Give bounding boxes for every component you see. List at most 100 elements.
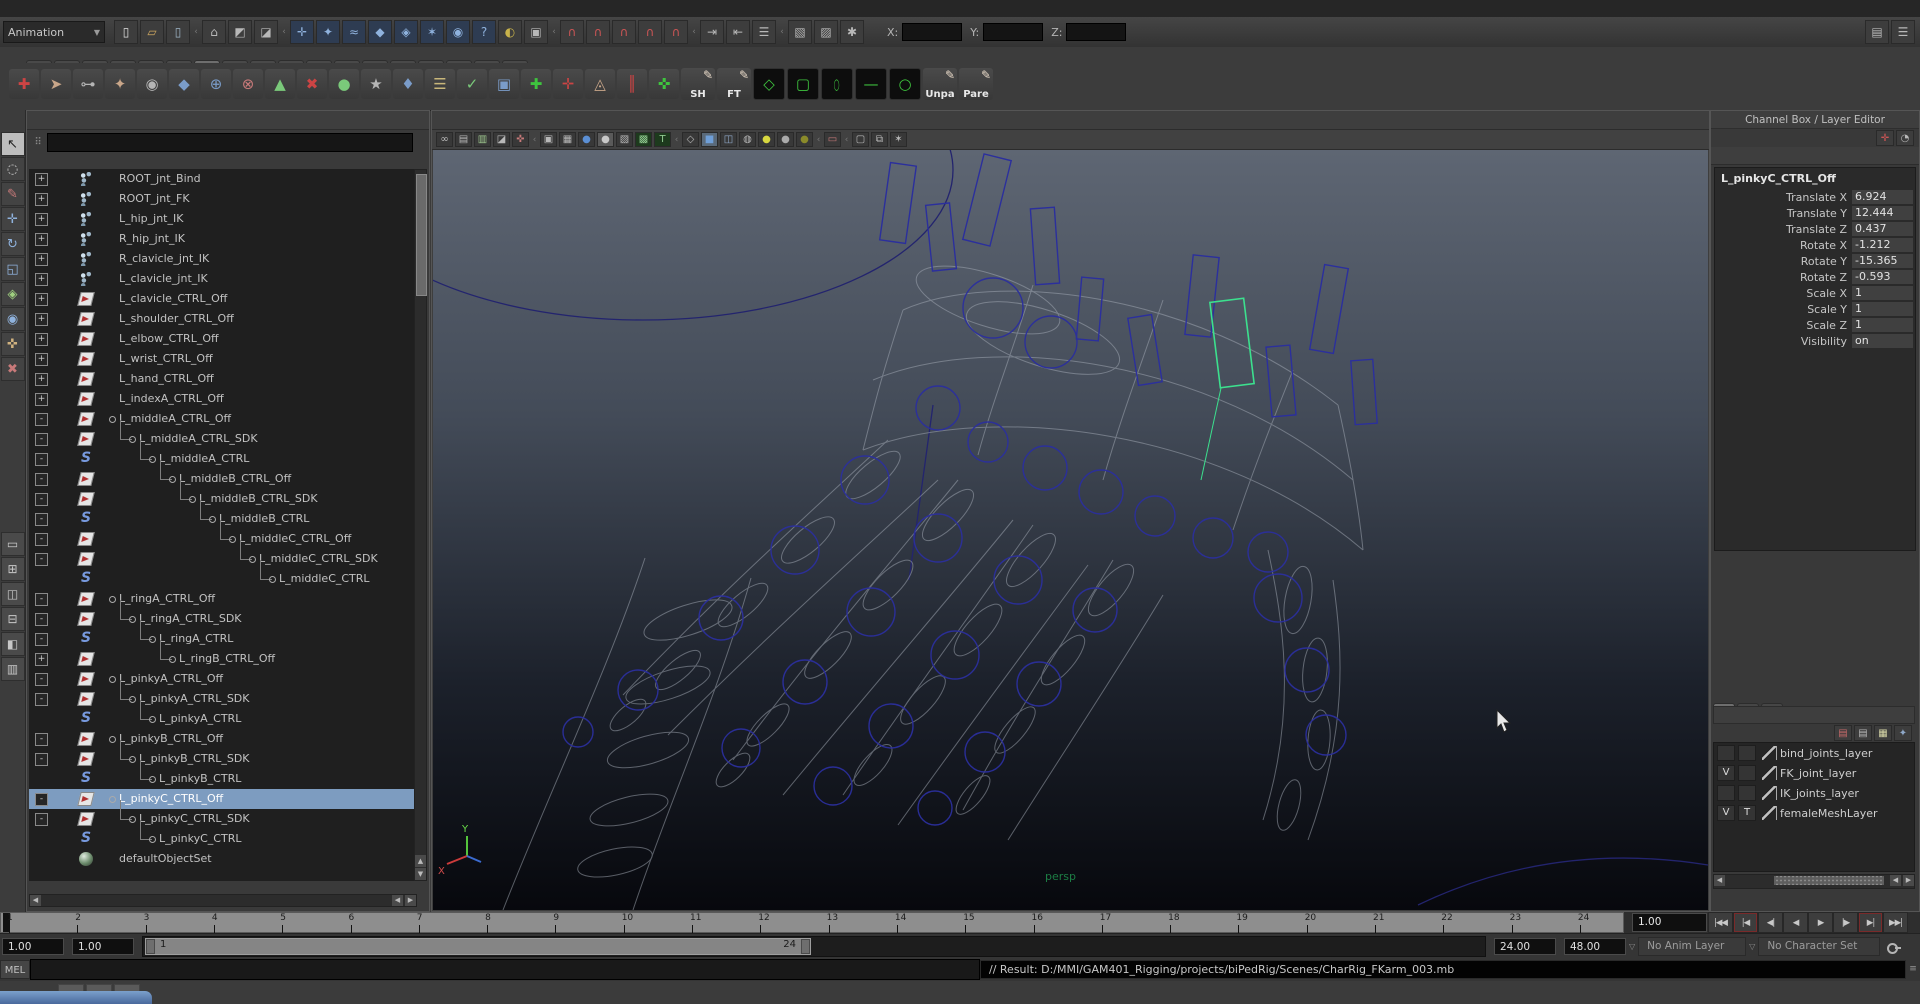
shelf-tab[interactable] — [222, 60, 248, 63]
expand-toggle[interactable]: + — [35, 293, 48, 306]
timeline-frame-tick[interactable]: 14 — [891, 913, 959, 934]
current-time-field[interactable]: 1.00 — [1632, 913, 1707, 932]
outliner-item[interactable]: - L_middleC_CTRL_SDK — [29, 549, 417, 569]
expand-toggle[interactable]: + — [35, 353, 48, 366]
outliner-filter-icon[interactable]: ⠿ — [29, 137, 47, 148]
resolution-gate-icon[interactable]: ● — [578, 132, 595, 147]
expand-toggle[interactable]: + — [35, 213, 48, 226]
paint-select-tool[interactable]: ✎ — [1, 182, 25, 206]
bind_joints_layer[interactable]: bind_joints_layer — [1714, 743, 1914, 763]
layer-type-toggle[interactable] — [1738, 745, 1756, 761]
isolate-select-icon[interactable]: ▭ — [824, 132, 841, 147]
outliner-item[interactable]: + L_ringB_CTRL_Off — [29, 649, 417, 669]
go-to-end-button[interactable]: ▶▶| — [1883, 912, 1908, 933]
FK_joint_layer[interactable]: V FK_joint_layer — [1714, 763, 1914, 783]
outliner-vertical-scrollbar[interactable]: ▲ ▼ — [414, 169, 427, 881]
expand-toggle[interactable]: + — [35, 653, 48, 666]
animation-start-field[interactable]: 1.00 — [2, 938, 64, 955]
range-slider-bar[interactable]: 1 24 — [145, 938, 811, 955]
outliner-item[interactable]: - L_pinkyB_CTRL_SDK — [29, 749, 417, 769]
viewport-canvas[interactable]: persp Y X — [433, 150, 1708, 910]
status-icon[interactable] — [550, 21, 558, 43]
timeline-frame-tick[interactable]: 20 — [1301, 913, 1369, 934]
viewport-toolbar-icon[interactable] — [673, 132, 680, 147]
IK_joints_layer[interactable]: IK_joints_layer — [1714, 783, 1914, 803]
timeline-ruler[interactable]: 123456789101112131415161718192021222324 — [0, 912, 1624, 933]
shelf-tab[interactable] — [334, 60, 360, 63]
shelf-tab[interactable] — [390, 60, 416, 63]
outliner-item[interactable]: + R_hip_jnt_IK — [29, 229, 417, 249]
single-pane-layout-button[interactable]: ▭ — [1, 532, 25, 556]
timeline-frame-tick[interactable]: 13 — [823, 913, 891, 934]
viewport-toolbar-icon[interactable] — [843, 132, 850, 147]
expand-toggle[interactable]: - — [35, 513, 48, 526]
timeline-frame-tick[interactable]: 18 — [1164, 913, 1232, 934]
expand-toggle[interactable]: + — [35, 193, 48, 206]
set-layer-red-icon[interactable]: ▤ — [1834, 725, 1852, 741]
mask-misc-icon[interactable]: ? — [472, 20, 496, 44]
film-gate-icon[interactable]: ▦ — [559, 132, 576, 147]
shelf-ellipse-ctrl-icon[interactable]: ○ — [821, 68, 853, 100]
shelf-tab[interactable] — [194, 60, 220, 63]
shelf-anim-a-icon[interactable]: ★ — [361, 69, 391, 99]
shelf-constraint-icon[interactable]: ▲ — [265, 69, 295, 99]
shelf-tab[interactable] — [138, 60, 164, 63]
camera-attributes-icon[interactable]: ▤ — [455, 132, 472, 147]
attribute-value-field[interactable]: 12.444 — [1852, 206, 1913, 220]
expand-toggle[interactable]: - — [35, 493, 48, 506]
outliner-horizontal-scrollbar[interactable]: ◀ ◀ ▶ — [29, 894, 417, 907]
y-coordinate-input[interactable] — [983, 23, 1043, 41]
attribute-value-field[interactable]: 0.437 — [1852, 222, 1913, 236]
timeline-frame-tick[interactable]: 16 — [1028, 913, 1096, 934]
shelf-anim-c-icon[interactable]: ☰ — [425, 69, 455, 99]
outliner-item[interactable]: - L_ringA_CTRL_Off — [29, 589, 417, 609]
outliner-item[interactable]: + L_shoulder_CTRL_Off — [29, 309, 417, 329]
timeline-frame-tick[interactable]: 11 — [686, 913, 754, 934]
outliner-item[interactable]: defaultObjectSet — [29, 849, 417, 869]
lasso-select-tool[interactable]: ◌ — [1, 157, 25, 181]
four-pane-layout-button[interactable]: ⊞ — [1, 557, 25, 581]
shelf-set-key-icon[interactable]: ✚ — [9, 69, 39, 99]
scroll-up-arrow[interactable]: ▲ — [415, 855, 426, 867]
timeline-frame-tick[interactable]: 17 — [1096, 913, 1164, 934]
expand-toggle[interactable]: - — [35, 633, 48, 646]
snap-grid-icon[interactable]: ∩ — [560, 20, 584, 44]
save-scene-icon[interactable]: ▯ — [166, 20, 190, 44]
scrollbar-thumb[interactable] — [1774, 876, 1884, 885]
timeline-frame-tick[interactable]: 4 — [208, 913, 276, 934]
flat-light-icon[interactable]: ● — [777, 132, 794, 147]
outliner-item[interactable]: + ROOT_jnt_Bind — [29, 169, 417, 189]
layer-type-toggle[interactable] — [1738, 765, 1756, 781]
shelf-cube-ctrl-icon[interactable]: ▢ — [787, 68, 819, 100]
timeline-frame-tick[interactable]: 23 — [1506, 913, 1574, 934]
snap-curve-icon[interactable]: ∩ — [586, 20, 610, 44]
three-pane-layout-button[interactable]: ◧ — [1, 632, 25, 656]
field-chart-icon[interactable]: ▧ — [616, 132, 633, 147]
shelf-anim-b-icon[interactable]: ♦ — [393, 69, 423, 99]
attribute-value-field[interactable]: -1.212 — [1852, 238, 1913, 252]
textured-icon[interactable]: ◫ — [720, 132, 737, 147]
chevron-down-icon[interactable]: ▽ — [1629, 942, 1635, 951]
shelf-key-icon[interactable]: ⊶ — [73, 69, 103, 99]
animation-end-field[interactable]: 48.00 — [1564, 938, 1626, 955]
attribute-value-field[interactable]: on — [1852, 334, 1913, 348]
shelf-tab[interactable] — [110, 60, 136, 63]
layer-visibility-toggle[interactable] — [1717, 785, 1735, 801]
layer-type-toggle[interactable]: T — [1738, 805, 1756, 821]
mask-dynamics-icon[interactable]: ✶ — [420, 20, 444, 44]
expand-toggle[interactable]: + — [35, 253, 48, 266]
expand-toggle[interactable]: - — [35, 533, 48, 546]
outliner-search-input[interactable] — [47, 133, 413, 152]
character-set-dropdown[interactable]: No Character Set — [1758, 937, 1880, 956]
status-icon[interactable] — [192, 21, 200, 43]
select-component-icon[interactable]: ◪ — [254, 20, 278, 44]
highlight-selection-icon[interactable]: ▣ — [524, 20, 548, 44]
two-pane-side-layout-button[interactable]: ◫ — [1, 582, 25, 606]
select-tool[interactable]: ↖ — [1, 132, 25, 156]
outliner-item[interactable]: + L_hip_jnt_IK — [29, 209, 417, 229]
outliner-item[interactable]: - L_pinkyA_CTRL_Off — [29, 669, 417, 689]
shelf-tab[interactable] — [250, 60, 276, 63]
outliner-item[interactable]: L_pinkyC_CTRL — [29, 829, 417, 849]
input-connections-icon[interactable]: ⇥ — [700, 20, 724, 44]
render-settings-icon[interactable]: ✱ — [840, 20, 864, 44]
